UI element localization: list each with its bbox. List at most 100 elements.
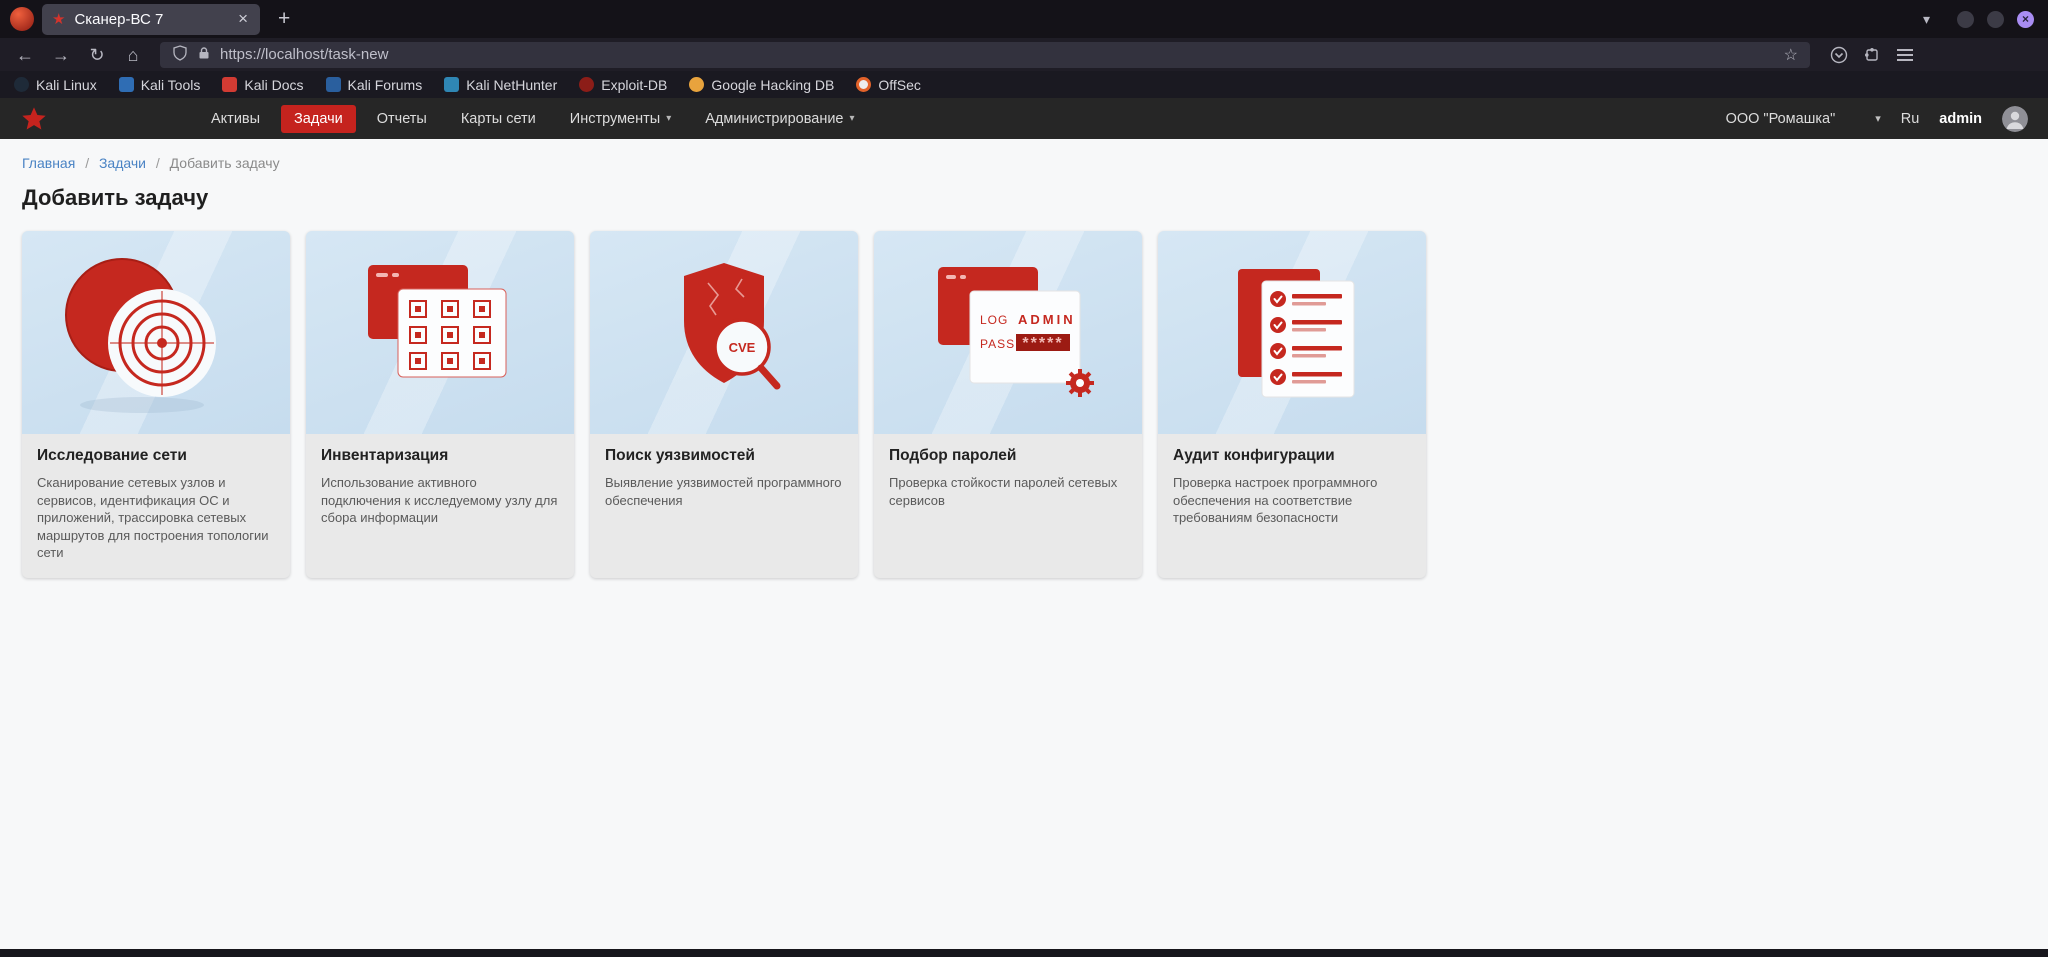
- bookmark-kali-linux[interactable]: Kali Linux: [14, 77, 97, 93]
- breadcrumb-current: Добавить задачу: [169, 155, 280, 171]
- bookmark-label: Exploit-DB: [601, 76, 668, 93]
- tab-favicon-star-icon: ★: [52, 11, 66, 28]
- maximize-button[interactable]: [1987, 10, 2004, 28]
- organization-name: ООО "Ромашка": [1725, 110, 1836, 127]
- bookmark-kali-forums[interactable]: Kali Forums: [325, 76, 423, 93]
- bookmark-exploit-db[interactable]: Exploit-DB: [579, 77, 667, 93]
- breadcrumb-separator: /: [85, 155, 90, 171]
- menu-item-tools[interactable]: Инструменты ▾: [557, 105, 684, 133]
- back-button[interactable]: ←: [10, 46, 40, 64]
- bookmark-label: Kali Tools: [140, 76, 201, 93]
- firefox-icon[interactable]: [10, 7, 34, 31]
- card-title: Исследование сети: [37, 447, 187, 464]
- bookmark-google-hacking-db[interactable]: Google Hacking DB: [689, 77, 834, 93]
- app-main-menu: Активы Задачи Отчеты Карты сети Инструме…: [198, 104, 868, 133]
- extensions-puzzle-icon[interactable]: [1863, 46, 1881, 64]
- card-body: Поиск уязвимостей Выявление уязвимостей …: [590, 434, 858, 525]
- browser-toolbar: ← → ↻ ⌂ https://localhost/task-new ☆: [0, 38, 2048, 71]
- breadcrumb-link-home[interactable]: Главная: [22, 155, 75, 171]
- app-navbar: Активы Задачи Отчеты Карты сети Инструме…: [0, 98, 2048, 139]
- config-audit-illustration: [1158, 231, 1426, 434]
- breadcrumb: Главная / Задачи / Добавить задачу: [22, 139, 2026, 171]
- bookmark-label: Kali NetHunter: [466, 76, 558, 93]
- card-description: Выявление уязвимостей программного обесп…: [605, 475, 842, 508]
- kali-linux-icon: [14, 77, 29, 92]
- user-name: admin: [1939, 110, 1982, 127]
- card-vulnerability-search[interactable]: CVE Поиск уязвимостей Выявление уязвимос…: [590, 231, 858, 578]
- tracking-shield-icon[interactable]: [172, 44, 188, 65]
- tabbar-right-cluster: ▾ ×: [1923, 10, 2038, 28]
- card-description: Использование активного подключения к ис…: [321, 475, 558, 526]
- card-body: Инвентаризация Использование активного п…: [306, 434, 574, 543]
- chevron-down-icon: ▾: [666, 113, 672, 124]
- app-logo-star-icon[interactable]: [20, 105, 48, 133]
- exploit-db-icon: [579, 77, 595, 92]
- card-config-audit[interactable]: Аудит конфигурации Проверка настроек про…: [1158, 231, 1426, 578]
- hamburger-menu-icon[interactable]: [1896, 48, 1914, 62]
- card-title: Подбор паролей: [889, 447, 1017, 464]
- menu-item-assets[interactable]: Активы: [198, 105, 273, 133]
- menu-item-network-maps[interactable]: Карты сети: [448, 105, 549, 133]
- browser-tab[interactable]: ★ Сканер-ВС 7 ×: [42, 3, 260, 35]
- svg-text:PASS: PASS: [980, 337, 1015, 351]
- pocket-icon[interactable]: [1830, 46, 1848, 64]
- svg-text:ADMIN: ADMIN: [1018, 312, 1076, 327]
- menu-item-label: Инструменты: [569, 110, 661, 127]
- bookmark-label: OffSec: [878, 76, 921, 93]
- breadcrumb-separator: /: [155, 155, 160, 171]
- lock-icon[interactable]: [197, 46, 211, 64]
- url-text: https://localhost/task-new: [220, 46, 389, 63]
- card-body: Аудит конфигурации Проверка настроек про…: [1158, 434, 1426, 543]
- tab-title: Сканер-ВС 7: [74, 10, 164, 28]
- language-selector[interactable]: Ru: [1901, 111, 1920, 127]
- card-description: Проверка стойкости паролей сетевых серви…: [889, 475, 1118, 508]
- reload-button[interactable]: ↻: [82, 46, 112, 64]
- card-password-audit[interactable]: LOG ADMIN PASS ***** Подбор паролей Пров…: [874, 231, 1142, 578]
- home-button[interactable]: ⌂: [118, 46, 148, 64]
- user-avatar[interactable]: [2002, 105, 2028, 132]
- page-content: Главная / Задачи / Добавить задачу Добав…: [0, 139, 2048, 578]
- offsec-icon: [856, 77, 872, 92]
- bookmark-label: Google Hacking DB: [711, 76, 835, 93]
- url-bar[interactable]: https://localhost/task-new ☆: [160, 41, 1810, 68]
- inventory-illustration: [306, 231, 574, 434]
- minimize-button[interactable]: [1957, 10, 1974, 28]
- taskbar-edge: [0, 949, 2048, 957]
- network-research-illustration: [22, 231, 290, 434]
- menu-item-administration[interactable]: Администрирование ▾: [692, 105, 867, 133]
- card-title: Аудит конфигурации: [1173, 447, 1335, 464]
- bookmark-kali-tools[interactable]: Kali Tools: [118, 76, 201, 93]
- vulnerability-search-illustration: CVE: [590, 231, 858, 434]
- card-title: Инвентаризация: [321, 447, 449, 464]
- bookmark-kali-docs[interactable]: Kali Docs: [222, 76, 304, 93]
- new-tab-button[interactable]: +: [268, 7, 300, 31]
- kali-forums-icon: [325, 77, 341, 92]
- bookmark-label: Kali Linux: [36, 76, 97, 93]
- bookmark-label: Kali Forums: [347, 76, 423, 93]
- app-navbar-right: ООО "Ромашка" ▾ Ru admin: [1726, 105, 2028, 132]
- card-network-research[interactable]: Исследование сети Сканирование сетевых у…: [22, 231, 290, 578]
- list-all-tabs-chevron-icon[interactable]: ▾: [1923, 11, 1944, 28]
- bookmark-kali-nethunter[interactable]: Kali NetHunter: [444, 77, 557, 93]
- svg-text:CVE: CVE: [729, 340, 756, 355]
- bookmark-label: Kali Docs: [244, 76, 304, 93]
- card-description: Проверка настроек программного обеспечен…: [1173, 475, 1378, 526]
- tab-close-icon[interactable]: ×: [236, 9, 250, 29]
- organization-selector[interactable]: ООО "Ромашка" ▾: [1726, 111, 1881, 127]
- card-description: Сканирование сетевых узлов и сервисов, и…: [37, 475, 269, 561]
- bookmark-offsec[interactable]: OffSec: [856, 77, 921, 93]
- kali-nethunter-icon: [444, 77, 460, 92]
- forward-button[interactable]: →: [46, 46, 76, 64]
- menu-item-tasks[interactable]: Задачи: [281, 104, 356, 133]
- bookmark-star-icon[interactable]: ☆: [1784, 45, 1798, 65]
- card-inventory[interactable]: Инвентаризация Использование активного п…: [306, 231, 574, 578]
- card-body: Исследование сети Сканирование сетевых у…: [22, 434, 290, 578]
- bookmarks-bar: Kali Linux Kali Tools Kali Docs Kali For…: [0, 71, 2048, 98]
- breadcrumb-link-tasks[interactable]: Задачи: [99, 155, 146, 171]
- chevron-down-icon: ▾: [849, 113, 855, 124]
- chevron-down-icon: ▾: [1875, 113, 1881, 125]
- menu-item-reports[interactable]: Отчеты: [364, 105, 440, 133]
- close-button[interactable]: ×: [2017, 10, 2034, 28]
- svg-text:*****: *****: [1022, 335, 1063, 352]
- task-type-cards: Исследование сети Сканирование сетевых у…: [22, 231, 2026, 578]
